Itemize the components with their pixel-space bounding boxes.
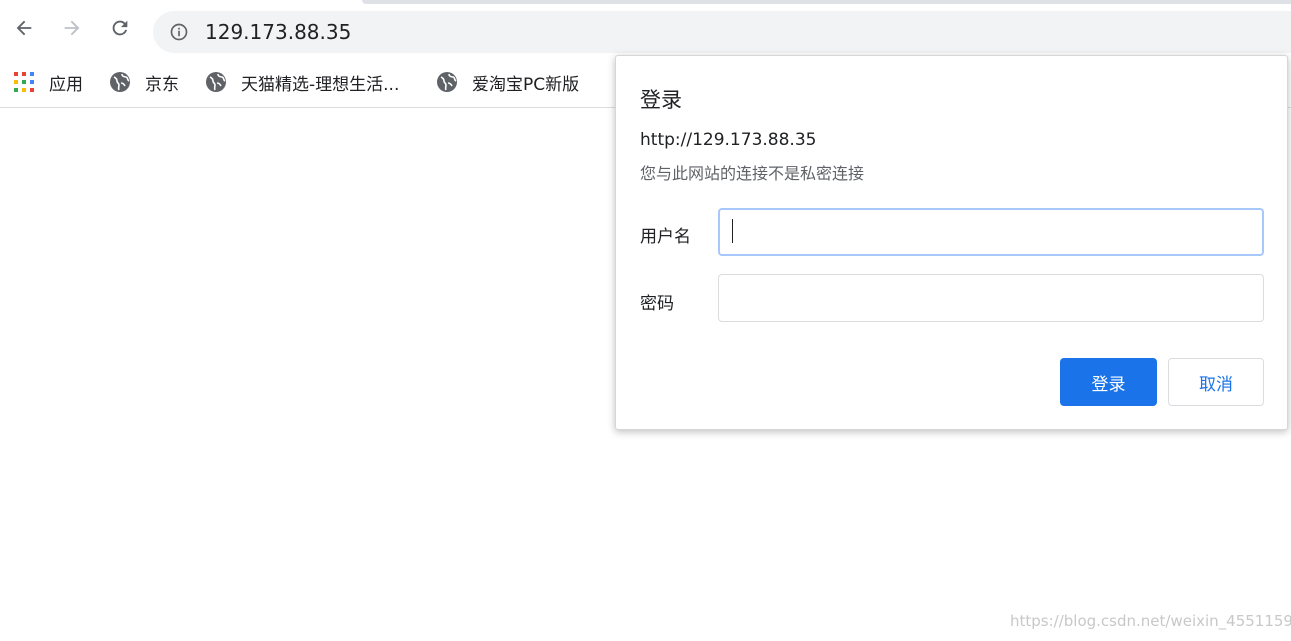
reload-icon (112, 20, 128, 36)
username-row (616, 208, 1289, 256)
globe-icon (437, 72, 457, 92)
back-arrow-icon (16, 20, 32, 36)
reload-button[interactable] (106, 14, 134, 42)
apps-grid-icon (14, 72, 34, 92)
bookmark-label: 天猫精选-理想生活... (241, 74, 400, 95)
connection-warning: 您与此网站的连接不是私密连接 (640, 164, 865, 183)
bookmark-label: 应用 (49, 74, 83, 95)
bookmark-jd[interactable]: 京东 (109, 68, 179, 96)
bookmark-label: 京东 (145, 74, 179, 95)
globe-icon (206, 72, 226, 92)
info-icon[interactable] (169, 22, 189, 42)
cancel-button[interactable]: 取消 (1168, 358, 1264, 406)
login-button[interactable]: 登录 (1060, 358, 1157, 406)
dialog-title: 登录 (640, 88, 682, 112)
bookmark-aitaobao[interactable]: 爱淘宝PC新版 (436, 68, 579, 96)
login-dialog: 登录 http://129.173.88.35 您与此网站的连接不是私密连接 用… (615, 55, 1288, 430)
forward-button[interactable] (58, 14, 86, 42)
browser-toolbar: 129.173.88.35 (0, 4, 1291, 60)
bookmark-apps[interactable]: 应用 (13, 68, 83, 96)
bookmark-label: 爱淘宝PC新版 (472, 74, 580, 95)
password-input[interactable] (718, 274, 1264, 322)
globe-icon (110, 72, 130, 92)
username-input[interactable] (718, 208, 1264, 256)
text-caret (732, 219, 733, 243)
address-url[interactable]: 129.173.88.35 (205, 20, 351, 44)
dialog-origin: http://129.173.88.35 (640, 130, 817, 150)
password-label: 密码 (640, 294, 674, 314)
back-button[interactable] (10, 14, 38, 42)
address-bar[interactable]: 129.173.88.35 (153, 11, 1291, 53)
bookmark-tmall[interactable]: 天猫精选-理想生活... (205, 68, 399, 96)
watermark: https://blog.csdn.net/weixin_45511599 (1010, 612, 1291, 630)
forward-arrow-icon (64, 20, 80, 36)
